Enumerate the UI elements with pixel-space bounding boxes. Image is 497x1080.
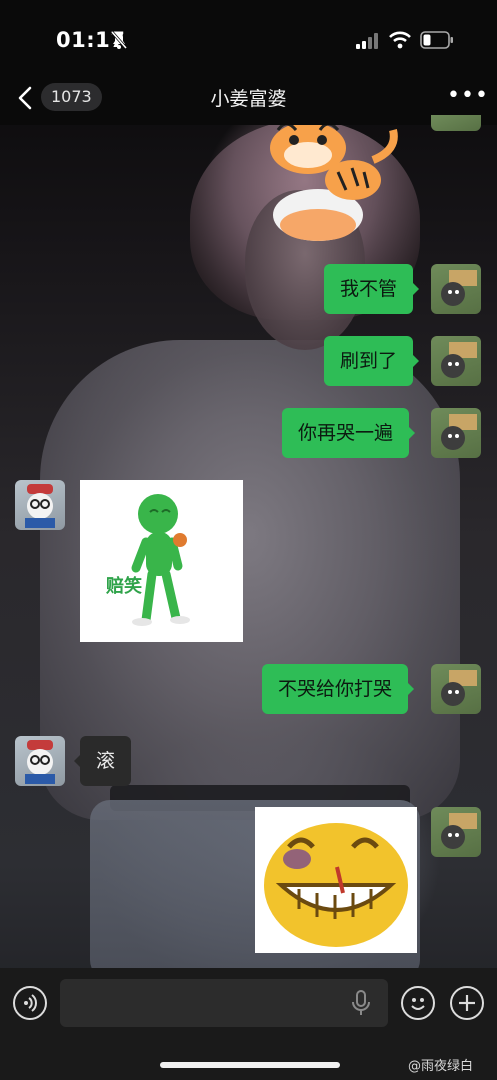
sticker-message-self[interactable] bbox=[255, 807, 417, 953]
more-icon[interactable]: ••• bbox=[447, 85, 489, 107]
cartoon-avatar-icon bbox=[25, 740, 55, 784]
dog-avatar-icon bbox=[441, 342, 477, 378]
avatar-self[interactable] bbox=[431, 115, 481, 131]
status-bar: 01:17 bbox=[0, 0, 497, 80]
dog-avatar-icon bbox=[441, 270, 477, 306]
sticker-caption: 赔笑 bbox=[106, 576, 142, 597]
message-bubble-self[interactable]: 不哭给你打哭 bbox=[262, 664, 415, 714]
avatar-self[interactable] bbox=[431, 408, 481, 458]
message-bubble-other[interactable]: 滚 bbox=[73, 736, 132, 786]
message-bubble-self[interactable]: 刷到了 bbox=[324, 336, 420, 386]
bell-slash-icon bbox=[110, 31, 128, 49]
chat-header: 1073 小姜富婆 ••• bbox=[0, 70, 497, 125]
avatar-self[interactable] bbox=[431, 807, 481, 857]
cartoon-avatar-icon bbox=[25, 484, 55, 528]
chat-title: 小姜富婆 bbox=[210, 88, 287, 110]
dog-avatar-icon bbox=[441, 414, 477, 450]
battery-icon bbox=[420, 31, 453, 49]
avatar-other[interactable] bbox=[15, 480, 65, 530]
message-bubble-self[interactable]: 我不管 bbox=[324, 264, 420, 314]
signal-icon bbox=[356, 33, 378, 49]
plus-icon bbox=[459, 995, 475, 1011]
plus-button[interactable] bbox=[450, 986, 484, 1020]
message-input[interactable] bbox=[60, 979, 388, 1027]
message-bubble-self[interactable]: 你再哭一遍 bbox=[282, 408, 416, 458]
avatar-self[interactable] bbox=[431, 336, 481, 386]
grinning-bruised-face-sticker-icon bbox=[264, 823, 408, 947]
voice-icon bbox=[24, 994, 37, 1012]
tiger-sticker-icon bbox=[270, 122, 398, 241]
sticker-message-other[interactable]: 赔笑 bbox=[80, 480, 243, 642]
dog-avatar-icon bbox=[441, 813, 477, 849]
home-indicator[interactable] bbox=[160, 1062, 340, 1068]
avatar-other[interactable] bbox=[15, 736, 65, 786]
dog-avatar-icon bbox=[441, 670, 477, 706]
avatar-self[interactable] bbox=[431, 664, 481, 714]
wifi-icon bbox=[389, 31, 411, 49]
emoji-button[interactable] bbox=[401, 986, 435, 1020]
watermark: @雨夜绿白 bbox=[408, 1059, 474, 1074]
emoji-icon bbox=[411, 998, 425, 1010]
mic-icon[interactable] bbox=[351, 990, 371, 1016]
voice-button[interactable] bbox=[13, 986, 47, 1020]
avatar-self[interactable] bbox=[431, 264, 481, 314]
green-man-sticker-icon bbox=[131, 494, 190, 626]
